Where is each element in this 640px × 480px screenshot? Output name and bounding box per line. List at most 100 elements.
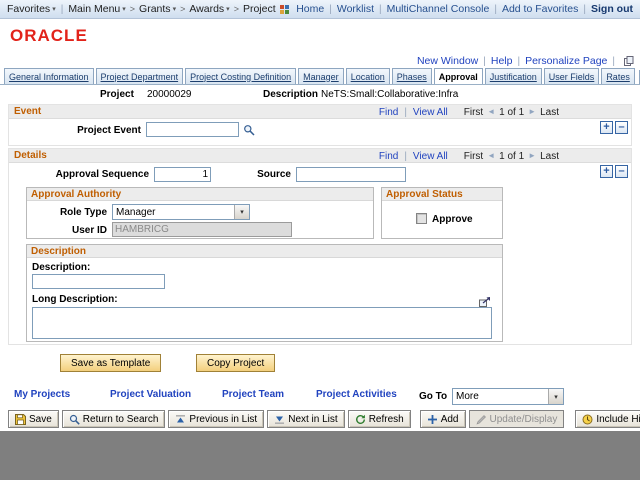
tab-manager[interactable]: Manager [298, 68, 344, 84]
tab-project-costing-definition[interactable]: Project Costing Definition [185, 68, 296, 84]
view-all-link[interactable]: View All [413, 107, 448, 118]
tab-phases[interactable]: Phases [392, 68, 432, 84]
separator [578, 3, 591, 15]
new-window-link[interactable]: New Window [417, 55, 478, 67]
related-content-icon[interactable] [280, 5, 289, 14]
event-section-header: Event Find View All First 1 of 1 Last [9, 105, 631, 119]
add-button[interactable]: Add [420, 410, 466, 428]
details-section-title: Details [14, 150, 47, 161]
approval-sequence-label: Approval Sequence [9, 169, 149, 180]
tab-justification[interactable]: Justification [485, 68, 542, 84]
approve-checkbox[interactable] [416, 213, 427, 224]
description-groupbox: Description Description: Long Descriptio… [26, 244, 503, 342]
breadcrumb-grants[interactable]: Grants [139, 3, 176, 15]
project-event-input[interactable] [146, 122, 239, 137]
separator [489, 3, 502, 15]
copy-url-icon[interactable] [624, 56, 634, 66]
dropdown-arrow-icon [548, 389, 563, 404]
return-to-search-button[interactable]: Return to Search [62, 410, 166, 428]
favorites-menu[interactable]: Favorites [7, 3, 56, 15]
return-to-search-icon [69, 414, 80, 425]
breadcrumb-awards[interactable]: Awards [189, 3, 229, 15]
long-description-label: Long Description: [32, 294, 118, 305]
description-field-label: Description: [32, 262, 90, 273]
breadcrumb-project: Project [243, 3, 276, 15]
project-event-label: Project Event [9, 125, 141, 136]
add-row-button[interactable]: + [600, 165, 613, 178]
separator [402, 151, 409, 162]
save-as-template-button[interactable]: Save as Template [60, 354, 161, 372]
role-type-value: Manager [116, 207, 155, 218]
last-label: Last [540, 107, 559, 118]
project-valuation-link[interactable]: Project Valuation [110, 389, 191, 400]
tab-general-information[interactable]: General Information [4, 68, 94, 84]
source-input[interactable] [296, 167, 406, 182]
copy-project-button[interactable]: Copy Project [196, 354, 275, 372]
details-row-actions: + – [600, 165, 628, 178]
help-link[interactable]: Help [491, 55, 513, 67]
tab-approval[interactable]: Approval [434, 68, 483, 84]
separator [374, 3, 387, 15]
goto-label: Go To [419, 391, 447, 402]
expand-textarea-icon[interactable] [479, 297, 491, 307]
approval-status-groupbox: Approval Status Approve [381, 187, 503, 239]
portal-links: Home Worklist MultiChannel Console Add t… [296, 3, 633, 15]
refresh-button-label: Refresh [369, 414, 404, 425]
update-display-button-label: Update/Display [490, 414, 558, 425]
find-link[interactable]: Find [379, 151, 398, 162]
project-team-link[interactable]: Project Team [222, 389, 284, 400]
dropdown-arrow-icon [234, 205, 249, 219]
my-projects-link[interactable]: My Projects [14, 389, 70, 400]
details-row-navigation: Find View All First 1 of 1 Last [379, 149, 559, 163]
personalize-page-link[interactable]: Personalize Page [525, 55, 607, 67]
next-row-icon[interactable] [528, 152, 536, 160]
include-history-button[interactable]: Include History [575, 410, 640, 428]
separator [56, 3, 69, 15]
event-section-title: Event [14, 106, 41, 117]
tab-user-fields[interactable]: User Fields [544, 68, 600, 84]
details-section-header: Details Find View All First 1 of 1 Last [9, 149, 631, 163]
refresh-button[interactable]: Refresh [348, 410, 411, 428]
tab-rates[interactable]: Rates [601, 68, 635, 84]
add-icon [427, 414, 438, 425]
tab-divider [0, 84, 640, 85]
approval-authority-title: Approval Authority [31, 189, 121, 200]
peoplesoft-project-page: Favorites Main Menu Grants Awards Projec… [0, 0, 640, 480]
event-section: Event Find View All First 1 of 1 Last + … [8, 104, 632, 146]
worklist-link[interactable]: Worklist [337, 3, 374, 15]
description-input[interactable] [32, 274, 165, 289]
next-row-icon[interactable] [528, 108, 536, 116]
add-to-favorites-link[interactable]: Add to Favorites [502, 3, 578, 15]
project-event-lookup-icon[interactable] [243, 124, 255, 136]
last-label: Last [540, 151, 559, 162]
tab-location[interactable]: Location [346, 68, 390, 84]
delete-row-button[interactable]: – [615, 165, 628, 178]
view-all-link[interactable]: View All [413, 151, 448, 162]
role-type-select[interactable]: Manager [112, 204, 250, 220]
row-counter: 1 of 1 [499, 151, 524, 162]
sign-out-link[interactable]: Sign out [591, 3, 633, 15]
tab-project-department[interactable]: Project Department [96, 68, 184, 84]
event-row-actions: + – [600, 121, 628, 134]
refresh-icon [355, 414, 366, 425]
save-button[interactable]: Save [8, 410, 59, 428]
previous-row-icon[interactable] [487, 108, 495, 116]
page-tabs: General Information Project Department P… [4, 67, 640, 84]
description-label: Description [263, 89, 318, 100]
long-description-textarea[interactable] [32, 307, 492, 339]
role-type-label: Role Type [27, 207, 107, 218]
goto-value: More [456, 391, 479, 402]
home-link[interactable]: Home [296, 3, 324, 15]
delete-row-button[interactable]: – [615, 121, 628, 134]
find-link[interactable]: Find [379, 107, 398, 118]
main-menu[interactable]: Main Menu [68, 3, 125, 15]
first-label: First [464, 107, 483, 118]
previous-row-icon[interactable] [487, 152, 495, 160]
next-in-list-button[interactable]: Next in List [267, 410, 344, 428]
multichannel-console-link[interactable]: MultiChannel Console [387, 3, 490, 15]
goto-select[interactable]: More [452, 388, 564, 405]
event-row-navigation: Find View All First 1 of 1 Last [379, 105, 559, 119]
previous-in-list-button[interactable]: Previous in List [168, 410, 264, 428]
add-row-button[interactable]: + [600, 121, 613, 134]
project-activities-link[interactable]: Project Activities [316, 389, 397, 400]
